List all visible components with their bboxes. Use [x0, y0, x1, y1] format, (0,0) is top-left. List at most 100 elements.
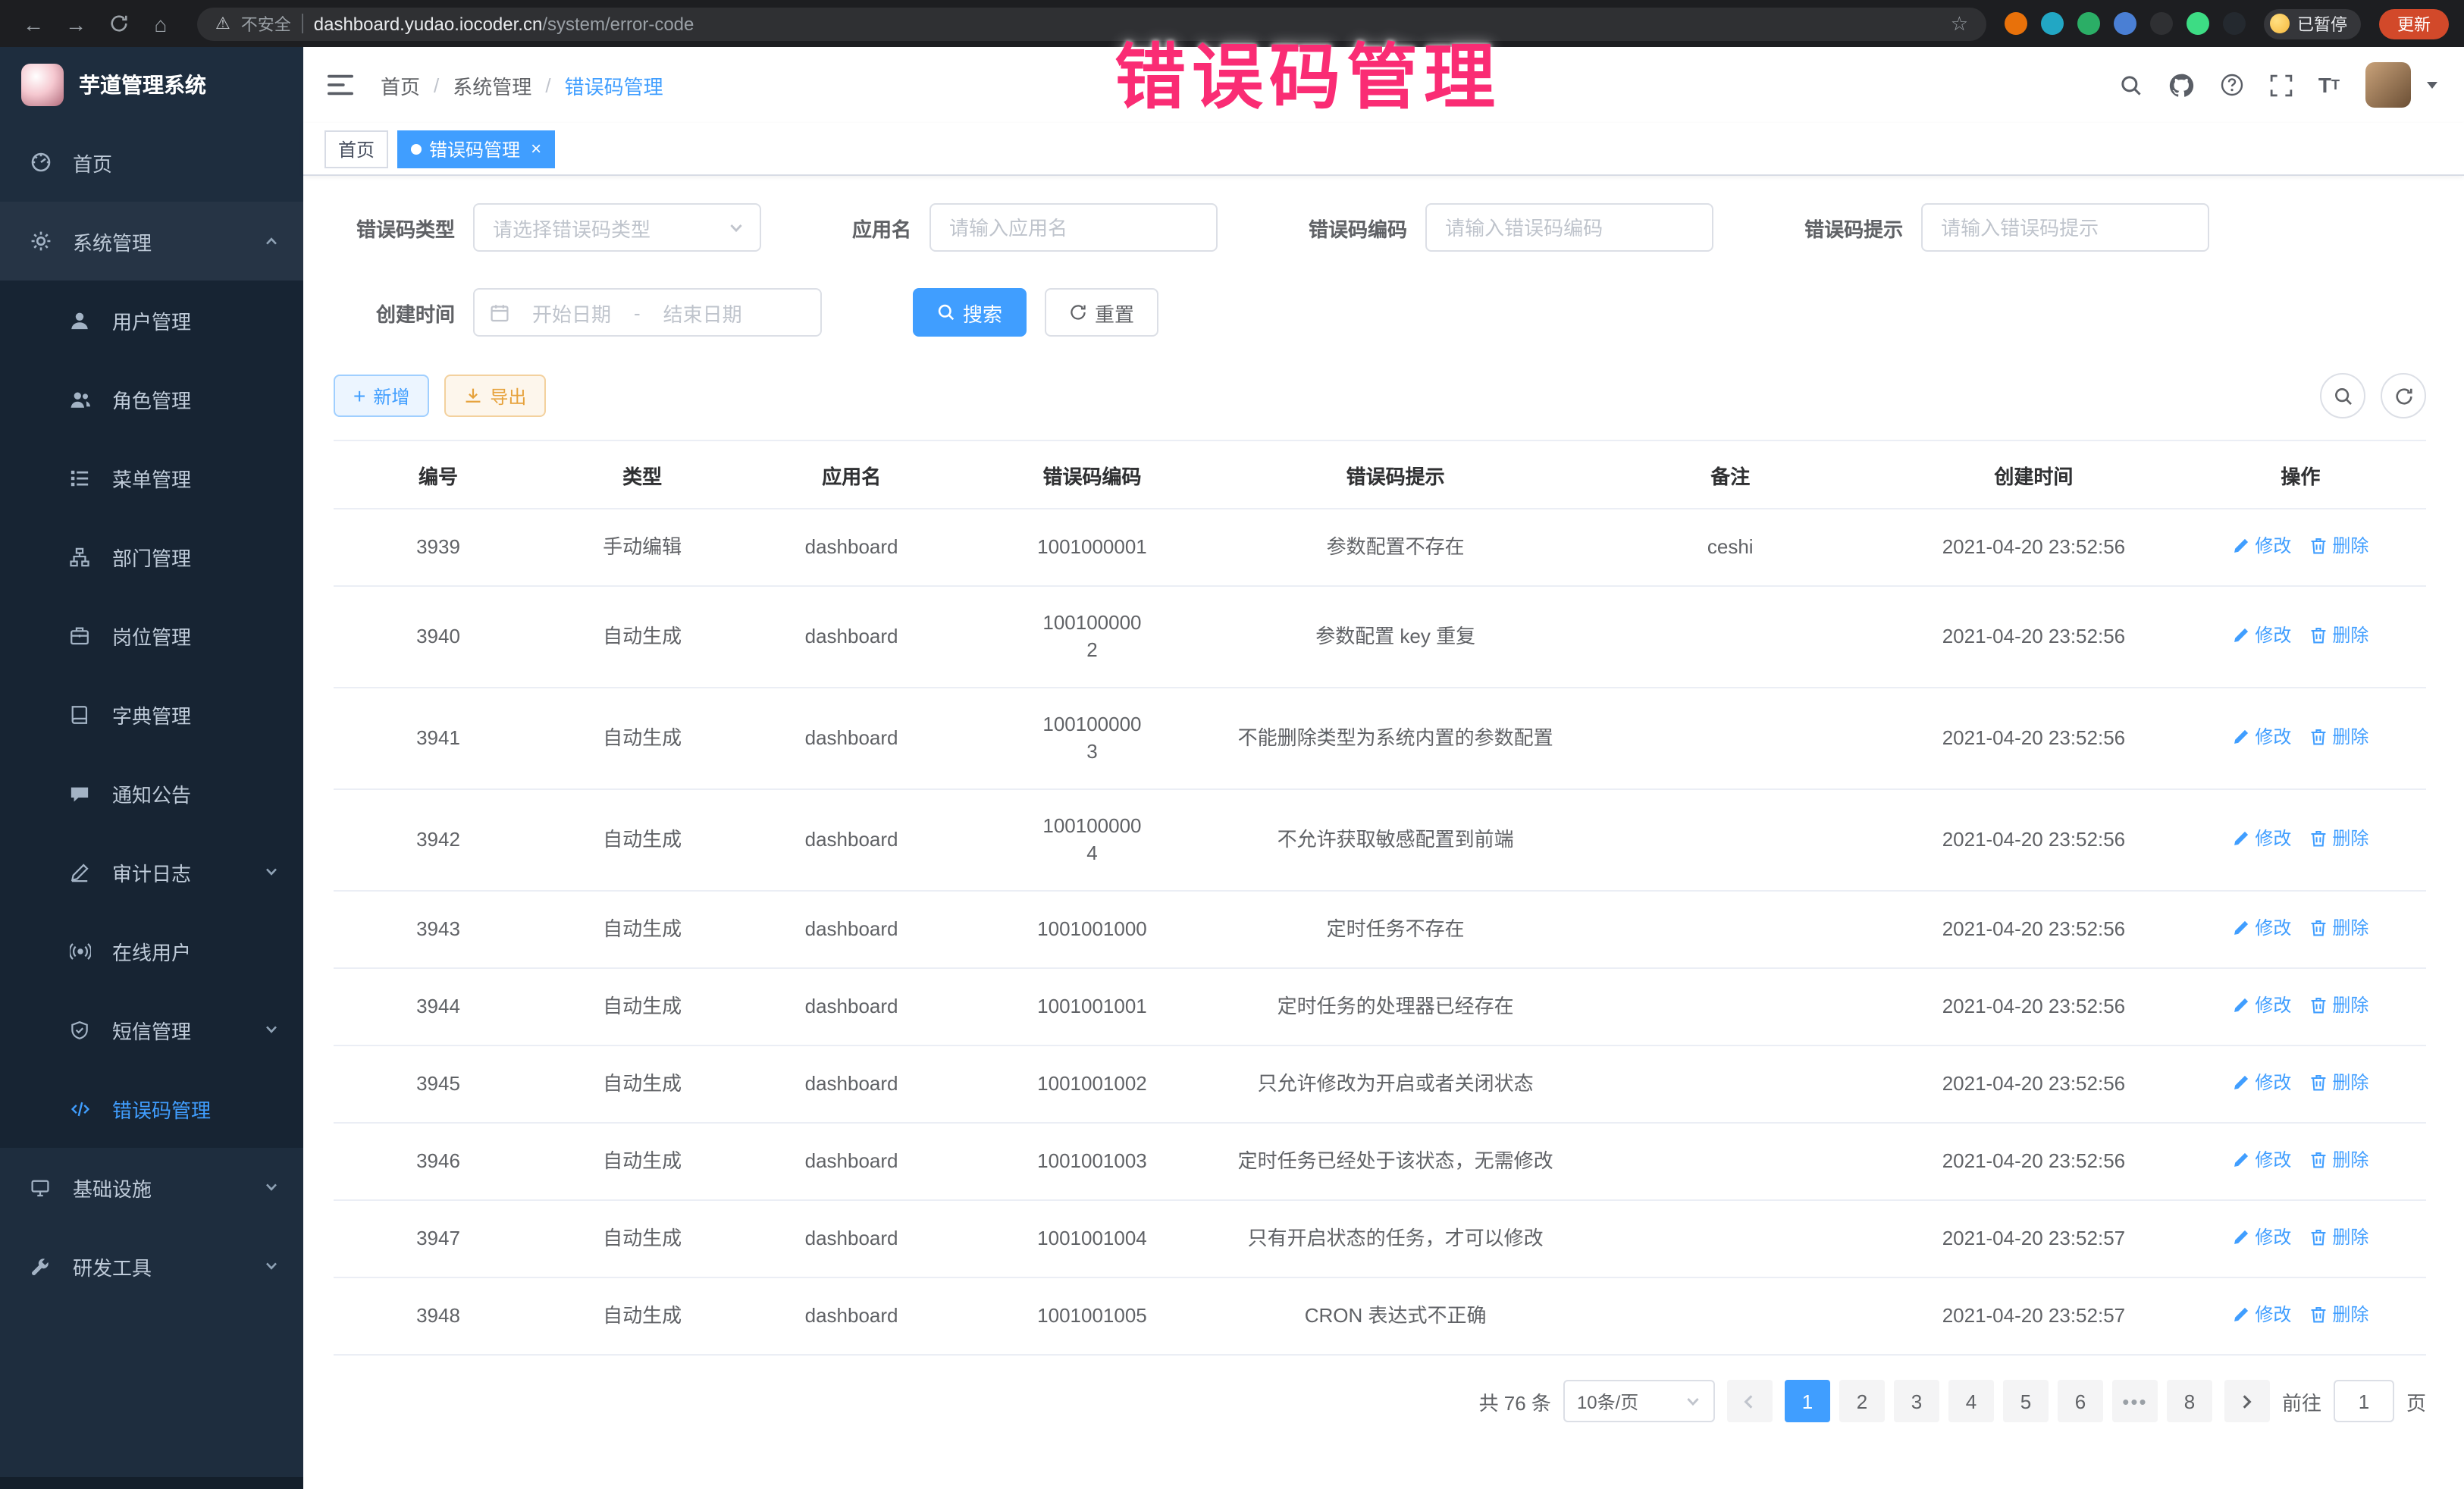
security-label[interactable]: 不安全 [241, 11, 291, 36]
page-button-5[interactable]: 5 [2003, 1380, 2049, 1422]
sidebar-item-dev-tools[interactable]: 研发工具 [0, 1227, 303, 1306]
delete-link[interactable]: 删除 [2309, 992, 2368, 1019]
delete-link[interactable]: 删除 [2309, 622, 2368, 649]
paused-badge[interactable]: 已暂停 [2264, 8, 2361, 39]
edit-link[interactable]: 修改 [2232, 622, 2291, 649]
edit-link[interactable]: 修改 [2232, 1069, 2291, 1096]
prev-page-button[interactable] [1727, 1380, 1773, 1422]
page-button-3[interactable]: 3 [1894, 1380, 1939, 1422]
sidebar-item-audit-log[interactable]: 审计日志 [0, 832, 303, 911]
error-msg-input[interactable] [1921, 203, 2209, 252]
cell-type: 自动生成 [543, 789, 741, 891]
export-button[interactable]: 导出 [444, 375, 546, 417]
add-button[interactable]: + 新增 [334, 375, 429, 417]
breadcrumb-item-2[interactable]: 系统管理 [453, 71, 531, 99]
filter-label-msg: 错误码提示 [1804, 213, 1903, 242]
chevron-down-icon[interactable] [2425, 77, 2440, 92]
page-button-4[interactable]: 4 [1948, 1380, 1994, 1422]
help-icon[interactable] [2220, 73, 2244, 97]
delete-link[interactable]: 删除 [2309, 914, 2368, 942]
extension-icon-1[interactable] [2005, 12, 2027, 35]
edit-link[interactable]: 修改 [2232, 992, 2291, 1019]
edit-link[interactable]: 修改 [2232, 1224, 2291, 1251]
table-toolbar: + 新增 导出 [334, 373, 2426, 418]
edit-link[interactable]: 修改 [2232, 825, 2291, 852]
delete-link[interactable]: 删除 [2309, 1146, 2368, 1174]
tab-label: 错误码管理 [429, 136, 520, 161]
user-avatar[interactable] [2365, 62, 2411, 108]
sidebar-item-sms[interactable]: 短信管理 [0, 990, 303, 1069]
cell-time: 2021-04-20 23:52:56 [1892, 968, 2175, 1045]
update-button[interactable]: 更新 [2379, 8, 2449, 39]
sidebar-item-menu[interactable]: 菜单管理 [0, 438, 303, 517]
extension-icon-6[interactable] [2187, 12, 2209, 35]
edit-link[interactable]: 修改 [2232, 532, 2291, 560]
extension-icon-2[interactable] [2041, 12, 2064, 35]
extension-icon-3[interactable] [2077, 12, 2100, 35]
total-count: 共 76 条 [1479, 1387, 1551, 1415]
tab-1[interactable]: 首页 [324, 130, 388, 168]
column-header: 操作 [2175, 440, 2426, 509]
app-name-input[interactable] [929, 203, 1218, 252]
toggle-search-icon[interactable] [2320, 373, 2365, 418]
sidebar-item-user[interactable]: 用户管理 [0, 281, 303, 359]
extension-icon-5[interactable] [2150, 12, 2173, 35]
sidebar-item-system[interactable]: 系统管理 [0, 202, 303, 281]
next-page-button[interactable] [2224, 1380, 2270, 1422]
close-icon[interactable]: × [531, 139, 541, 158]
delete-link[interactable]: 删除 [2309, 825, 2368, 852]
create-time-range-picker[interactable]: 开始日期 - 结束日期 [473, 288, 822, 337]
pager-ellipsis[interactable]: ••• [2112, 1380, 2158, 1422]
logo[interactable]: 芋道管理系统 [0, 47, 303, 123]
sidebar-item-dict[interactable]: 字典管理 [0, 675, 303, 754]
forward-icon[interactable]: → [58, 11, 94, 36]
bookmark-star-icon[interactable]: ☆ [1951, 11, 1968, 36]
address-bar[interactable]: ⚠ 不安全 dashboard.yudao.iocoder.cn/system/… [197, 7, 1986, 40]
delete-link[interactable]: 删除 [2309, 1224, 2368, 1251]
delete-link[interactable]: 删除 [2309, 1301, 2368, 1328]
error-code-type-select[interactable]: 请选择错误码类型 [473, 203, 761, 252]
tab-2[interactable]: 错误码管理 × [397, 130, 555, 168]
page-button-1[interactable]: 1 [1785, 1380, 1830, 1422]
table-row: 3946自动生成dashboard1001001003定时任务已经处于该状态，无… [334, 1123, 2426, 1200]
extension-icon-7[interactable] [2223, 12, 2246, 35]
edit-link[interactable]: 修改 [2232, 1301, 2291, 1328]
back-icon[interactable]: ← [15, 11, 52, 36]
delete-link[interactable]: 删除 [2309, 532, 2368, 560]
sidebar-item-online-user[interactable]: 在线用户 [0, 911, 303, 990]
cell-id: 3939 [334, 509, 543, 586]
sidebar-item-home[interactable]: 首页 [0, 123, 303, 202]
page-size-select[interactable]: 10条/页 [1563, 1380, 1715, 1422]
edit-link[interactable]: 修改 [2232, 914, 2291, 942]
fullscreen-icon[interactable] [2270, 74, 2293, 96]
font-size-icon[interactable]: TT [2318, 73, 2340, 97]
delete-link[interactable]: 删除 [2309, 723, 2368, 751]
sidebar-item-post[interactable]: 岗位管理 [0, 596, 303, 675]
table-tool-icons [2320, 373, 2426, 418]
edit-link[interactable]: 修改 [2232, 723, 2291, 751]
github-icon[interactable] [2168, 72, 2194, 98]
table-body: 3939手动编辑dashboard1001000001参数配置不存在ceshi2… [334, 509, 2426, 1355]
error-code-input[interactable] [1425, 203, 1713, 252]
hamburger-icon[interactable] [328, 74, 353, 96]
jump-page-input[interactable] [2334, 1380, 2394, 1422]
reload-icon[interactable] [100, 14, 136, 33]
sidebar-item-notice[interactable]: 通知公告 [0, 754, 303, 832]
search-button[interactable]: 搜索 [913, 288, 1027, 337]
home-icon[interactable]: ⌂ [143, 11, 179, 36]
reset-button[interactable]: 重置 [1045, 288, 1158, 337]
extension-icon-4[interactable] [2114, 12, 2136, 35]
sidebar-item-infra[interactable]: 基础设施 [0, 1148, 303, 1227]
breadcrumb-item-1[interactable]: 首页 [381, 71, 420, 99]
search-icon[interactable] [2120, 74, 2143, 96]
sidebar-item-role[interactable]: 角色管理 [0, 359, 303, 438]
page-button-8[interactable]: 8 [2167, 1380, 2212, 1422]
sidebar-item-dept[interactable]: 部门管理 [0, 517, 303, 596]
edit-link[interactable]: 修改 [2232, 1146, 2291, 1174]
page-button-6[interactable]: 6 [2058, 1380, 2103, 1422]
cell-type: 自动生成 [543, 1277, 741, 1355]
refresh-icon[interactable] [2381, 373, 2426, 418]
page-button-2[interactable]: 2 [1839, 1380, 1885, 1422]
sidebar-item-error-code[interactable]: 错误码管理 [0, 1069, 303, 1148]
delete-link[interactable]: 删除 [2309, 1069, 2368, 1096]
